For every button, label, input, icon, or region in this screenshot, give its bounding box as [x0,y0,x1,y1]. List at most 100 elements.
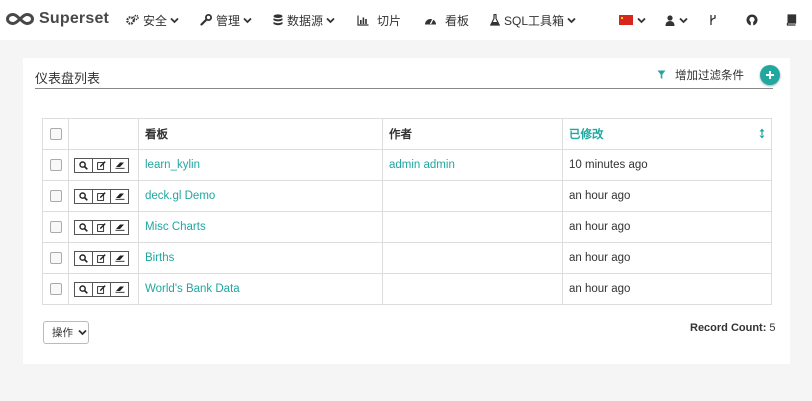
creator-link[interactable]: admin admin [389,159,455,171]
bar-chart-icon [357,15,369,26]
table-row: Misc Charts an hour ago [42,211,772,243]
column-header-modified[interactable]: 已修改 [562,118,772,150]
table-row: World's Bank Data an hour ago [42,273,772,305]
docs-link[interactable] [786,12,797,28]
brand-name: Superset [39,10,110,27]
dashboard-link[interactable]: World's Bank Data [145,283,240,295]
row-action-group [74,250,129,266]
row-select-cell [42,273,69,305]
record-count: Record Count: 5 [690,322,776,334]
nav-dashboards[interactable]: 看板 [424,12,469,28]
edit-record-button[interactable] [92,157,111,173]
row-select-cell [42,242,69,274]
nav-manage[interactable]: 管理 [200,12,252,28]
row-actions-cell [68,242,139,274]
show-record-button[interactable] [74,250,93,266]
edit-icon [97,222,106,232]
database-icon [273,14,283,26]
row-checkbox[interactable] [49,251,62,264]
cell-creator [382,273,563,305]
chevron-down-icon [326,17,335,23]
chevron-down-icon [170,17,179,23]
github-link[interactable] [746,12,758,28]
edit-icon [97,284,106,294]
eraser-icon [115,224,124,231]
actions-dropdown[interactable]: 操作 [43,321,89,344]
edit-icon [97,160,106,170]
column-header-dashboard[interactable]: 看板 [138,118,383,150]
select-all-checkbox[interactable] [49,127,62,140]
dashboard-link[interactable]: Births [145,252,174,264]
eraser-icon [115,162,124,169]
cell-dashboard: Births [138,242,383,274]
delete-record-button[interactable] [110,250,129,266]
language-dropdown[interactable] [619,12,646,28]
filter-icon [657,70,666,79]
edit-icon [97,253,106,263]
show-record-button[interactable] [74,281,93,297]
show-record-button[interactable] [74,188,93,204]
row-actions-cell [68,180,139,212]
page-title: 仪表盘列表 [35,71,101,86]
book-icon [786,14,797,26]
navbar: Superset 安全 管理 数据源 切片 看板 SQL工具箱 [0,0,812,40]
edit-icon [97,191,106,201]
column-header-creator[interactable]: 作者 [382,118,563,150]
add-filter-button[interactable]: 增加过滤条件 [657,67,744,83]
row-checkbox[interactable] [49,158,62,171]
row-select-cell [42,211,69,243]
edit-record-button[interactable] [92,188,111,204]
brand-link[interactable]: Superset [6,8,109,30]
row-checkbox[interactable] [49,282,62,295]
show-record-button[interactable] [74,219,93,235]
dashboard-link[interactable]: deck.gl Demo [145,190,215,202]
dashboard-link[interactable]: Misc Charts [145,221,206,233]
row-action-group [74,188,129,204]
dashboard-icon [425,18,436,24]
nav-security[interactable]: 安全 [126,12,179,28]
row-action-group [74,281,129,297]
user-dropdown[interactable] [665,12,688,28]
row-checkbox[interactable] [49,220,62,233]
search-icon [79,253,88,263]
dashboard-link[interactable]: learn_kylin [145,159,200,171]
delete-record-button[interactable] [110,157,129,173]
cell-dashboard: deck.gl Demo [138,180,383,212]
delete-record-button[interactable] [110,281,129,297]
nav-dashboards-label: 看板 [445,13,470,28]
edit-record-button[interactable] [92,281,111,297]
eraser-icon [115,286,124,293]
flask-icon [490,14,500,26]
version-link[interactable] [709,12,717,28]
nav-sources[interactable]: 数据源 [273,12,335,28]
search-icon [79,160,88,170]
delete-record-button[interactable] [110,219,129,235]
edit-record-button[interactable] [92,219,111,235]
add-filter-label: 增加过滤条件 [675,70,744,82]
table-row: Births an hour ago [42,242,772,274]
row-actions-cell [68,211,139,243]
record-count-label: Record Count: [690,322,767,334]
table-header-row: 看板 作者 已修改 [42,118,772,150]
nav-sql-lab[interactable]: SQL工具箱 [490,12,576,28]
row-select-cell [42,149,69,181]
edit-record-button[interactable] [92,250,111,266]
cell-dashboard: World's Bank Data [138,273,383,305]
delete-record-button[interactable] [110,188,129,204]
nav-manage-label: 管理 [216,13,241,28]
nav-sources-label: 数据源 [287,13,324,28]
row-checkbox[interactable] [49,189,62,202]
show-record-button[interactable] [74,157,93,173]
table-row: learn_kylin admin admin 10 minutes ago [42,149,772,181]
eraser-icon [115,193,124,200]
nav-slices[interactable]: 切片 [357,12,401,28]
add-dashboard-button[interactable] [760,65,780,85]
chevron-down-icon [243,17,252,23]
cell-modified: an hour ago [562,273,772,305]
user-icon [665,14,675,26]
dashboard-table: 看板 作者 已修改 learn_kylin admin admin 10 minut… [42,118,772,305]
nav-security-label: 安全 [143,13,168,28]
chevron-down-icon [567,17,576,23]
row-action-group [74,157,129,173]
title-divider [35,88,773,89]
